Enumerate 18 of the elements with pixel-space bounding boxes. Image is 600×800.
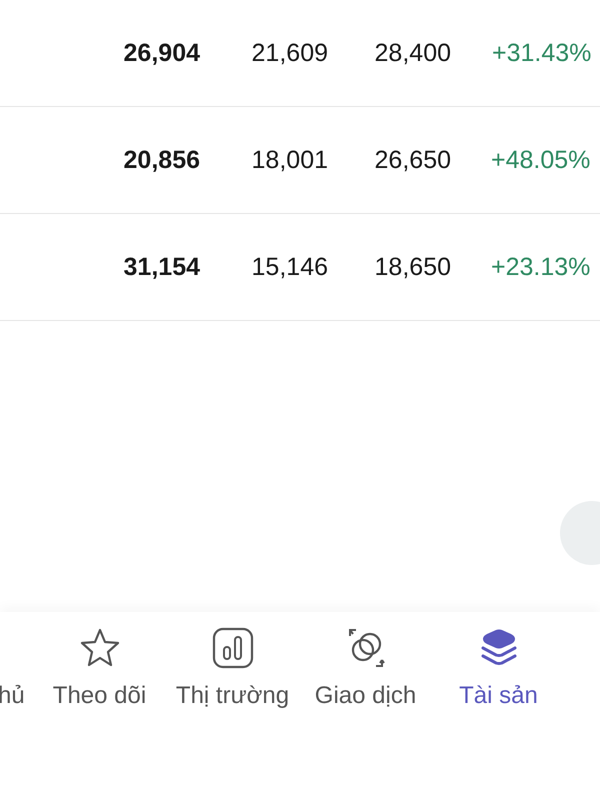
nav-tab[interactable]: Tài sản xyxy=(432,612,565,730)
table-cell-text: 15,146 xyxy=(250,252,328,282)
table-cell-text: 26,904 xyxy=(122,38,200,68)
table-cell-text: 18,650 xyxy=(374,252,451,282)
nav-tab[interactable]: Theo dõi xyxy=(33,612,166,730)
table-cell-text: 20,856 xyxy=(122,146,200,174)
nav-tab[interactable]: Giao dịch xyxy=(299,612,432,730)
table-cell-text: 18,001 xyxy=(250,146,328,174)
table-cell-text: 31,154 xyxy=(122,252,200,282)
table-cell-text: +23.13% xyxy=(490,252,592,282)
bar-chart-icon xyxy=(210,626,254,670)
table-cell-text: 21,609 xyxy=(250,38,328,68)
table-cell-text: 28,400 xyxy=(374,38,451,68)
nav-tab[interactable]: hủ xyxy=(0,612,33,730)
nav-tab[interactable]: Thị trường xyxy=(166,612,299,730)
table-cell-text: +48.05% xyxy=(490,146,592,174)
table-cell-text: +31.43% xyxy=(491,38,592,68)
table-cell-text: 26,650 xyxy=(374,146,451,174)
